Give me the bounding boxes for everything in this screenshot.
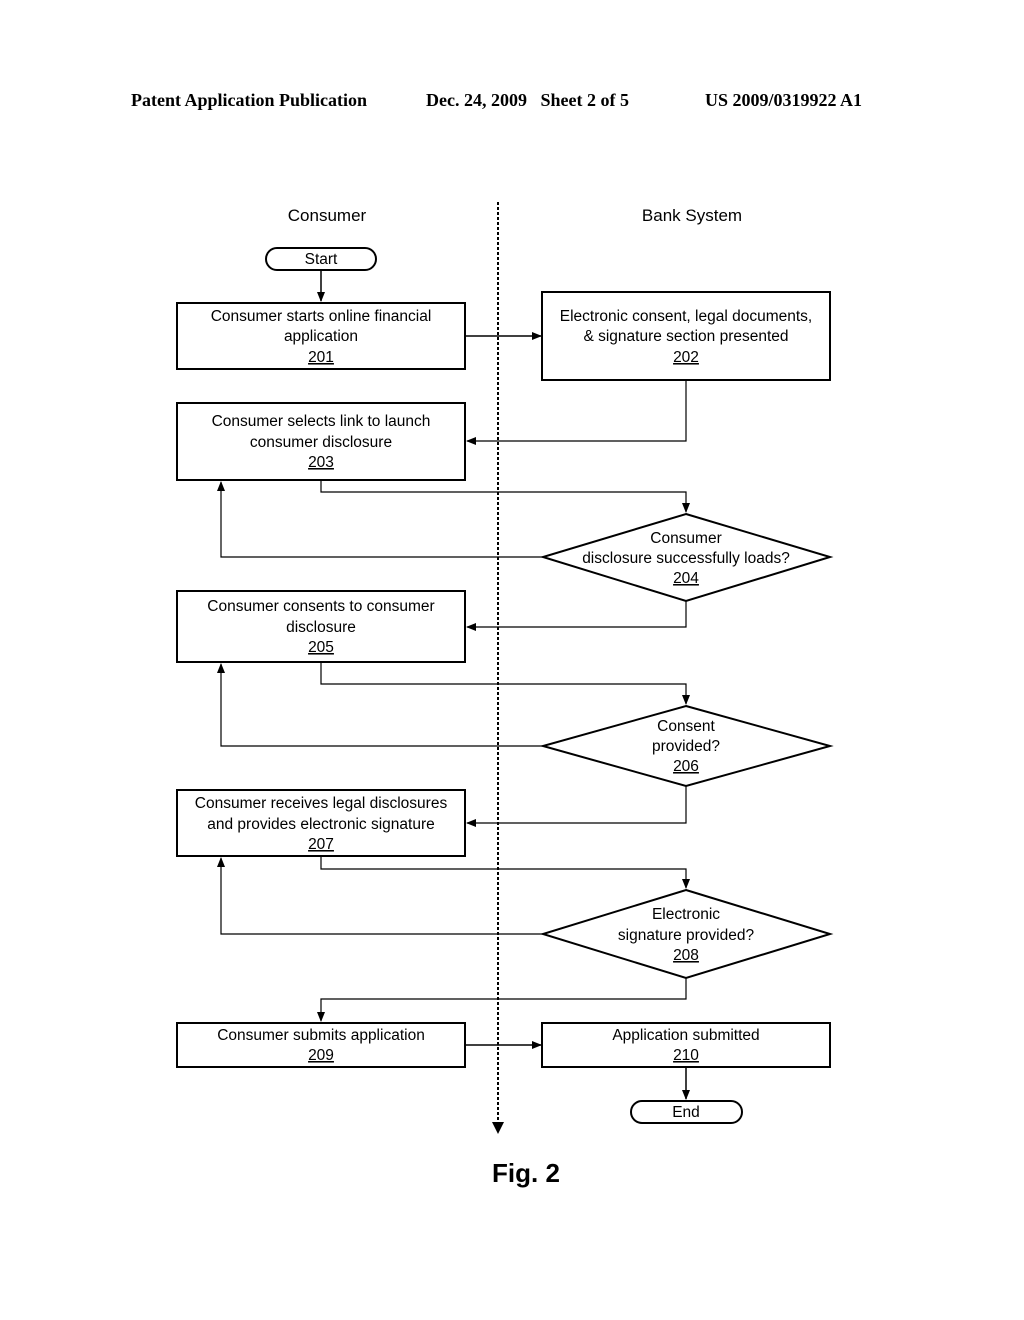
- step-201-ref: 201: [308, 349, 334, 366]
- step-207-line-1: Consumer receives legal disclosures: [195, 795, 448, 812]
- step-209: Consumer submits application 209: [176, 1022, 466, 1068]
- decision-208-ref: 208: [673, 947, 699, 964]
- step-209-line-1: Consumer submits application: [217, 1027, 425, 1044]
- step-210-line-1: Application submitted: [612, 1027, 759, 1044]
- step-207-ref: 207: [308, 836, 334, 853]
- step-202: Electronic consent, legal documents, & s…: [541, 291, 831, 381]
- step-201: Consumer starts online financial applica…: [176, 302, 466, 370]
- start-label: Start: [305, 251, 338, 268]
- arrow-206-yes-207: [466, 786, 687, 827]
- arrow-205-206: [320, 662, 690, 705]
- lane-label-consumer: Consumer: [288, 206, 367, 225]
- step-201-line-2: application: [284, 328, 358, 345]
- step-203-line-1: Consumer selects link to launch: [212, 413, 431, 430]
- end-label: End: [672, 1104, 700, 1121]
- step-202-ref: 202: [673, 349, 699, 366]
- flowchart: Consumer Bank System Start Consumer star…: [176, 202, 834, 1188]
- lane-label-bank-system: Bank System: [642, 206, 742, 225]
- step-203-line-2: consumer disclosure: [250, 434, 392, 451]
- arrow-203-204: [320, 480, 690, 513]
- decision-206-ref: 206: [673, 758, 699, 775]
- step-210-ref: 210: [673, 1047, 699, 1064]
- decision-204-line-2: disclosure successfully loads?: [582, 550, 790, 567]
- step-201-line-1: Consumer starts online financial: [211, 308, 432, 325]
- arrow-208-yes-209: [317, 978, 687, 1022]
- divider-arrowhead: [492, 1122, 504, 1134]
- arrow-204-yes-205: [466, 601, 687, 631]
- step-205-line-1: Consumer consents to consumer: [207, 598, 434, 615]
- arrow-204-no-203: [217, 481, 543, 558]
- decision-206: Consent provided? 206: [539, 704, 834, 788]
- figure-label: Fig. 2: [492, 1158, 560, 1188]
- step-203-ref: 203: [308, 454, 334, 471]
- decision-208: Electronic signature provided? 208: [539, 888, 834, 980]
- decision-204-ref: 204: [673, 570, 699, 587]
- step-205: Consumer consents to consumer disclosure…: [176, 590, 466, 663]
- decision-206-line-2: provided?: [652, 738, 720, 755]
- step-205-ref: 205: [308, 639, 334, 656]
- arrow-207-208: [320, 856, 690, 889]
- arrow-206-no-205: [217, 663, 543, 747]
- decision-208-line-1: Electronic: [652, 906, 720, 923]
- step-202-line-2: & signature section presented: [583, 328, 788, 345]
- decision-208-line-2: signature provided?: [618, 927, 755, 944]
- decision-206-line-1: Consent: [657, 718, 715, 735]
- decision-204: Consumer disclosure successfully loads? …: [539, 512, 834, 603]
- step-210: Application submitted 210: [541, 1022, 831, 1068]
- step-202-line-1: Electronic consent, legal documents,: [560, 308, 812, 325]
- step-207-line-2: and provides electronic signature: [207, 816, 434, 833]
- arrow-202-203: [466, 380, 687, 445]
- step-207: Consumer receives legal disclosures and …: [176, 789, 466, 857]
- decision-204-line-1: Consumer: [650, 530, 722, 547]
- step-203: Consumer selects link to launch consumer…: [176, 402, 466, 481]
- step-209-ref: 209: [308, 1047, 334, 1064]
- step-205-line-2: disclosure: [286, 619, 356, 636]
